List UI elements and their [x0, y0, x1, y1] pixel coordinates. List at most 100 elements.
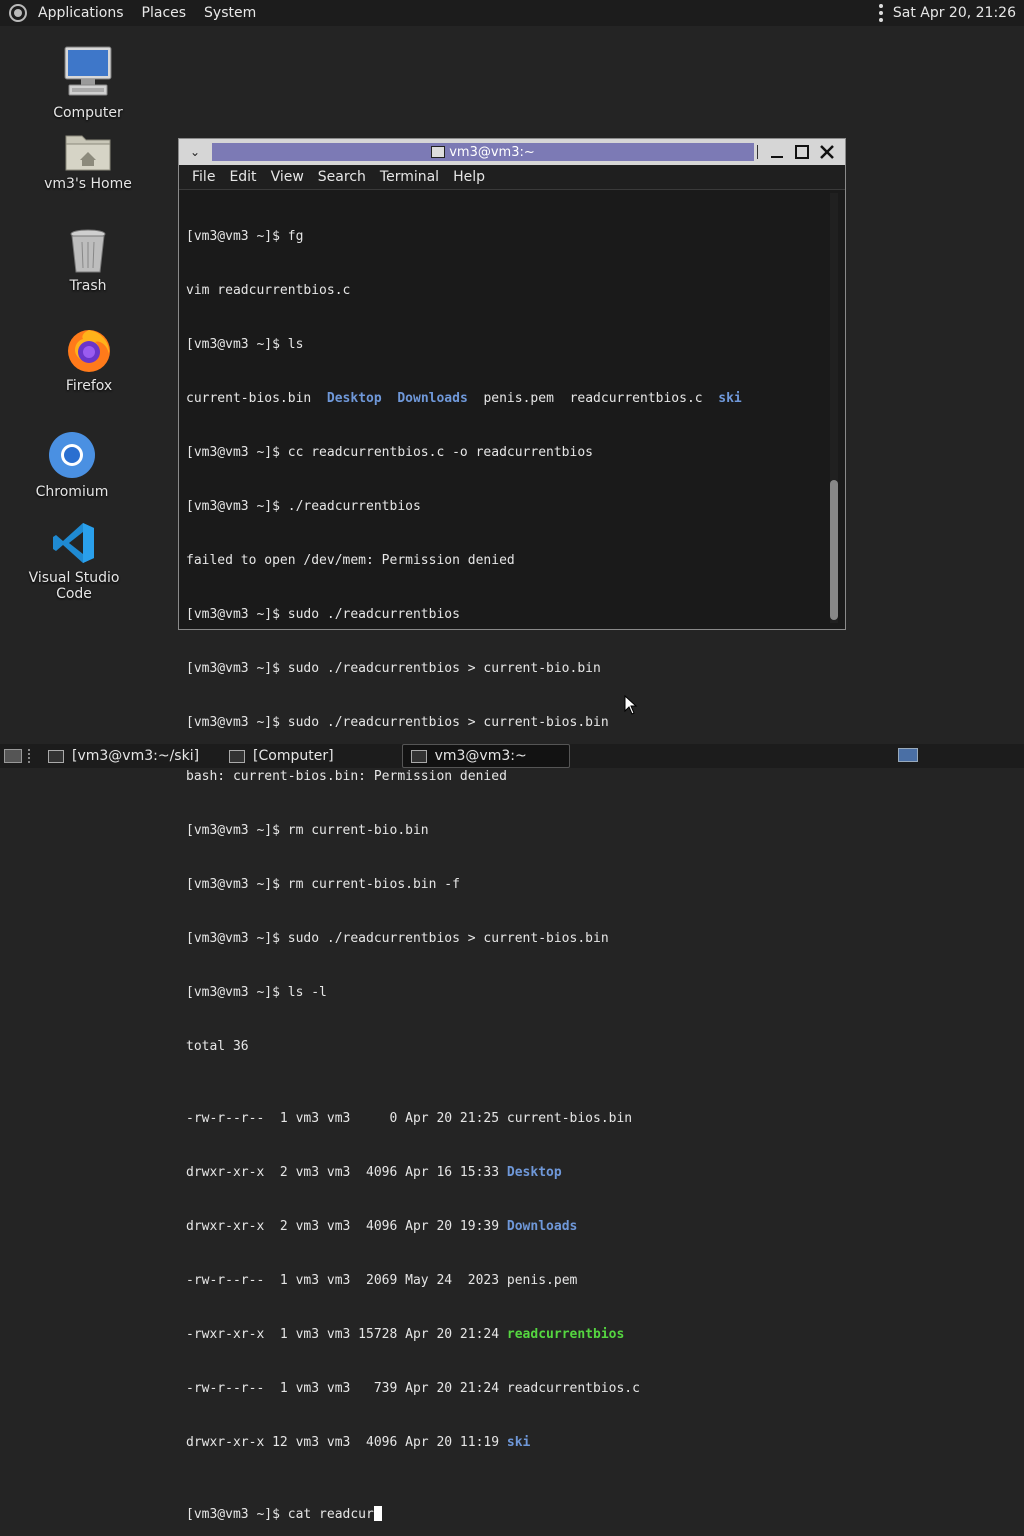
desktop-icon-label: Computer	[53, 105, 123, 121]
ls-entry: current-bios.bin	[186, 391, 312, 406]
terminal-line: bash: current-bios.bin: Permission denie…	[186, 769, 507, 784]
prompt-line[interactable]: [vm3@vm3 ~]$ cat readcur	[186, 1506, 742, 1524]
desktop-icon-label: Firefox	[65, 378, 113, 394]
desktop-icon-chromium[interactable]: Chromium	[12, 430, 132, 500]
terminal-text: [vm3@vm3 ~]$ fg vim readcurrentbios.c [v…	[186, 192, 742, 1536]
taskbar-item-terminal-home[interactable]: vm3@vm3:~	[401, 744, 570, 768]
terminal-line: failed to open /dev/mem: Permission deni…	[186, 553, 515, 568]
computer-icon	[64, 46, 112, 96]
desktop-icon-computer[interactable]: Computer	[28, 45, 148, 121]
desktop-icon-firefox[interactable]: Firefox	[29, 326, 149, 394]
listing-name: current-bios.bin	[506, 1111, 633, 1126]
ls-output-line: current-bios.bin Desktop Downloads penis…	[186, 390, 742, 408]
controls-divider	[757, 145, 758, 159]
terminal-icon	[431, 146, 446, 158]
workspace-2[interactable]	[932, 748, 952, 762]
listing-name: penis.pem	[506, 1273, 578, 1288]
desktop-icon-home[interactable]: vm3's Home	[28, 128, 148, 192]
window-title-area[interactable]: vm3@vm3:~	[212, 143, 754, 161]
listing-meta: -rw-r--r-- 1 vm3 vm3 0 Apr 20 21:25	[186, 1111, 507, 1126]
scrollbar-thumb[interactable]	[830, 480, 838, 620]
clock[interactable]: Sat Apr 20, 21:26	[893, 5, 1016, 21]
listing-name-exe: readcurrentbios	[506, 1327, 625, 1342]
chromium-icon	[49, 432, 95, 478]
listing-name-dir: Downloads	[506, 1219, 578, 1234]
mouse-pointer-icon	[624, 695, 638, 715]
prompt-text: [vm3@vm3 ~]$ cat readcur	[186, 1507, 374, 1522]
taskbar-item-terminal-ski[interactable]: [vm3@vm3:~/ski]	[40, 744, 207, 768]
window-menu-chevron-down-icon[interactable]: ⌄	[179, 145, 211, 159]
desktop-icon-label: Visual Studio Code	[28, 570, 120, 602]
listing-row: drwxr-xr-x 2 vm3 vm3 4096 Apr 20 19:39 D…	[186, 1218, 742, 1236]
terminal-line: [vm3@vm3 ~]$ fg	[186, 229, 304, 244]
minimize-button[interactable]	[767, 142, 787, 162]
listing-meta: -rw-r--r-- 1 vm3 vm3 2069 May 24 2023	[186, 1273, 507, 1288]
desktop-icon-vscode[interactable]: Visual Studio Code	[14, 520, 134, 602]
terminal-line: [vm3@vm3 ~]$ rm current-bios.bin -f	[186, 877, 460, 892]
ls-entry: penis.pem	[483, 391, 554, 406]
ls-entry-dir: ski	[718, 391, 742, 406]
ls-entry-dir: Desktop	[326, 391, 382, 406]
top-panel: Applications Places System Sat Apr 20, 2…	[0, 0, 1024, 26]
listing-name-dir: ski	[506, 1435, 531, 1450]
terminal-line: [vm3@vm3 ~]$ sudo ./readcurrentbios > cu…	[186, 931, 609, 946]
listing-row: -rw-r--r-- 1 vm3 vm3 2069 May 24 2023 pe…	[186, 1272, 742, 1290]
maximize-button[interactable]	[792, 142, 812, 162]
terminal-icon	[48, 749, 64, 763]
window-titlebar[interactable]: ⌄ vm3@vm3:~	[179, 139, 845, 165]
menu-places[interactable]: Places	[133, 0, 196, 26]
terminal-output[interactable]: [vm3@vm3 ~]$ fg vim readcurrentbios.c [v…	[179, 191, 845, 1522]
terminal-line: [vm3@vm3 ~]$ rm current-bio.bin	[186, 823, 429, 838]
listing-meta: drwxr-xr-x 2 vm3 vm3 4096 Apr 20 19:39	[186, 1219, 507, 1234]
taskbar-item-computer[interactable]: [Computer]	[221, 744, 342, 768]
menu-system[interactable]: System	[195, 0, 265, 26]
terminal-icon	[410, 749, 427, 763]
applications-logo-icon[interactable]	[9, 4, 27, 22]
terminal-line: [vm3@vm3 ~]$ sudo ./readcurrentbios > cu…	[186, 661, 601, 676]
desktop-icon-label: Chromium	[35, 484, 109, 500]
close-button[interactable]	[817, 142, 837, 162]
show-desktop-icon[interactable]	[4, 749, 22, 763]
listing-meta: -rwxr-xr-x 1 vm3 vm3 15728 Apr 20 21:24	[186, 1327, 507, 1342]
workspace-3[interactable]	[966, 748, 986, 762]
terminal-window: ⌄ vm3@vm3:~ File Edit View Search Termin…	[178, 138, 846, 1522]
top-panel-right: Sat Apr 20, 21:26	[878, 4, 1024, 22]
menu-edit[interactable]: Edit	[222, 169, 263, 185]
menu-help[interactable]: Help	[446, 169, 492, 185]
workspace-4[interactable]	[1000, 748, 1020, 762]
menu-search[interactable]: Search	[311, 169, 373, 185]
window-title: vm3@vm3:~	[449, 144, 535, 160]
listing-row: drwxr-xr-x 12 vm3 vm3 4096 Apr 20 11:19 …	[186, 1434, 742, 1452]
menu-applications[interactable]: Applications	[29, 0, 133, 26]
taskbar-item-label: vm3@vm3:~	[434, 748, 527, 764]
desktop-icon-label: vm3's Home	[44, 176, 132, 192]
terminal-line: [vm3@vm3 ~]$ sudo ./readcurrentbios > cu…	[186, 715, 609, 730]
menu-file[interactable]: File	[185, 169, 222, 185]
menu-terminal[interactable]: Terminal	[373, 169, 446, 185]
terminal-line: [vm3@vm3 ~]$ ls -l	[186, 985, 327, 1000]
terminal-line: [vm3@vm3 ~]$ ls	[186, 337, 304, 352]
workspace-1[interactable]	[898, 748, 918, 762]
vscode-icon	[53, 523, 94, 563]
desktop-icon-label: Trash	[69, 278, 107, 294]
terminal-line: vim readcurrentbios.c	[186, 283, 351, 298]
taskbar-item-label: [vm3@vm3:~/ski]	[72, 748, 200, 764]
listing-row: -rwxr-xr-x 1 vm3 vm3 15728 Apr 20 21:24 …	[186, 1326, 742, 1344]
listing-row: drwxr-xr-x 2 vm3 vm3 4096 Apr 16 15:33 D…	[186, 1164, 742, 1182]
firefox-icon	[68, 330, 110, 372]
menu-view[interactable]: View	[264, 169, 311, 185]
terminal-line: total 36	[186, 1039, 249, 1054]
home-folder-icon	[65, 135, 111, 171]
text-cursor	[373, 1506, 382, 1521]
terminal-line: [vm3@vm3 ~]$ sudo ./readcurrentbios	[186, 607, 460, 622]
computer-icon	[229, 749, 246, 763]
taskbar-item-label: [Computer]	[253, 748, 334, 764]
terminal-scrollbar[interactable]	[830, 193, 838, 623]
top-menu: Applications Places System	[0, 0, 265, 26]
listing-meta: drwxr-xr-x 2 vm3 vm3 4096 Apr 16 15:33	[186, 1165, 507, 1180]
terminal-line: [vm3@vm3 ~]$ ./readcurrentbios	[186, 499, 421, 514]
more-options-icon[interactable]	[878, 4, 883, 22]
listing-row: -rw-r--r-- 1 vm3 vm3 739 Apr 20 21:24 re…	[186, 1380, 742, 1398]
listing-meta: -rw-r--r-- 1 vm3 vm3 739 Apr 20 21:24	[186, 1381, 507, 1396]
desktop-icon-trash[interactable]: Trash	[28, 228, 148, 294]
